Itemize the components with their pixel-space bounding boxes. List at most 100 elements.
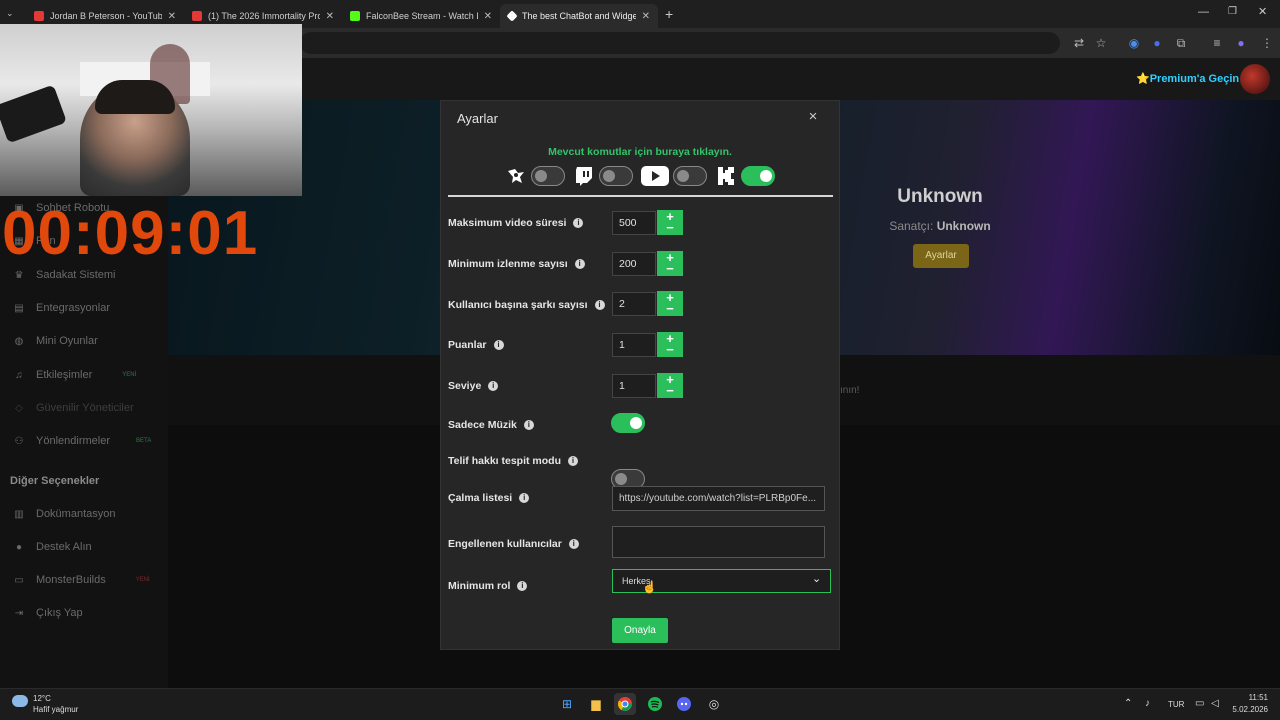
spotify-icon[interactable]: [644, 693, 666, 715]
twitch-toggle[interactable]: [599, 166, 633, 186]
close-icon[interactable]: ×: [806, 108, 820, 125]
info-icon[interactable]: i: [488, 381, 499, 391]
tray-chevron-icon[interactable]: ⌃: [1124, 698, 1132, 709]
info-icon[interactable]: i: [519, 493, 530, 503]
confirm-button[interactable]: Onayla: [612, 618, 668, 643]
menu-kebab-icon[interactable]: ⋮: [1258, 34, 1276, 52]
info-icon[interactable]: i: [523, 420, 534, 430]
field-label: Minimum izlenme sayısı: [448, 258, 568, 270]
gamepad-icon: ◍: [14, 335, 24, 347]
restore-icon[interactable]: ❐: [1228, 6, 1237, 17]
minimize-icon[interactable]: —: [1198, 6, 1209, 18]
tab-chatbot-widgets[interactable]: The best ChatBot and Widgets ✕: [500, 4, 658, 28]
monitor-icon: ▭: [14, 574, 24, 586]
weather-description[interactable]: Hafif yağmur: [33, 705, 78, 714]
sidebar-item-minigames[interactable]: ◍ Mini Oyunlar: [12, 332, 98, 350]
microphone-icon[interactable]: ♪: [1145, 698, 1150, 709]
translate-icon[interactable]: ⇄: [1070, 34, 1088, 52]
extension-icon[interactable]: ◉: [1125, 34, 1143, 52]
language-indicator[interactable]: TUR: [1168, 700, 1184, 709]
field-label: Minimum rol: [448, 580, 511, 592]
minus-icon[interactable]: −: [666, 220, 674, 235]
weather-temperature[interactable]: 12°C: [33, 694, 51, 703]
sidebar-item-trusted-moderators[interactable]: ◇ Güvenilir Yöneticiler: [12, 399, 133, 417]
playlist-label: Çalma listesi i: [448, 492, 530, 504]
info-icon[interactable]: i: [568, 456, 578, 466]
new-tab-button[interactable]: +: [665, 6, 673, 22]
commands-link[interactable]: Mevcut komutlar için buraya tıklayın.: [440, 146, 840, 158]
sidebar-item-redirects[interactable]: ⚇ Yönlendirmeler BETA: [12, 432, 152, 450]
platform-kick-bee: [505, 165, 565, 187]
points-input[interactable]: 1: [612, 333, 656, 357]
network-icon[interactable]: ▭: [1195, 698, 1204, 709]
min-views-stepper[interactable]: + −: [657, 251, 683, 276]
minus-icon[interactable]: −: [666, 383, 674, 398]
youtube-toggle[interactable]: [673, 166, 707, 186]
level-stepper[interactable]: + −: [657, 373, 683, 398]
weather-cloud-icon[interactable]: [12, 695, 28, 707]
media-control-icon[interactable]: ≡: [1208, 34, 1226, 52]
extensions-puzzle-icon[interactable]: ⧉: [1172, 34, 1190, 52]
premium-upgrade-link[interactable]: ⭐Premium'a Geçin: [1136, 72, 1239, 85]
info-icon[interactable]: i: [517, 581, 528, 591]
tab-search-icon[interactable]: ⌄: [6, 8, 14, 19]
app-icon[interactable]: ◎: [703, 693, 725, 715]
songs-per-user-label: Kullanıcı başına şarkı sayısı i: [448, 299, 605, 311]
level-input[interactable]: 1: [612, 374, 656, 398]
min-role-label: Minimum rol i: [448, 580, 528, 592]
sidebar-item-monsterbuilds[interactable]: ▭ MonsterBuilds YENİ: [12, 571, 149, 589]
youtube-favicon-icon: [34, 11, 44, 21]
close-tab-icon[interactable]: ✕: [168, 11, 176, 22]
taskbar-date[interactable]: 5.02.2026: [1226, 705, 1268, 714]
info-icon[interactable]: i: [574, 259, 585, 269]
sidebar-item-logout[interactable]: ⇥ Çıkış Yap: [12, 604, 83, 622]
kick-bee-toggle[interactable]: [531, 166, 565, 186]
sidebar-item-label: Sadakat Sistemi: [36, 269, 116, 281]
max-video-duration-stepper[interactable]: + −: [657, 210, 683, 235]
discord-icon[interactable]: [673, 693, 695, 715]
close-tab-icon[interactable]: ✕: [642, 11, 650, 22]
info-icon[interactable]: i: [573, 218, 584, 228]
extension-icon[interactable]: ●: [1148, 34, 1166, 52]
songs-per-user-input[interactable]: 2: [612, 292, 656, 316]
info-icon[interactable]: i: [493, 340, 504, 350]
address-bar[interactable]: [300, 32, 1060, 54]
min-views-input[interactable]: 200: [612, 252, 656, 276]
music-only-toggle[interactable]: [611, 413, 645, 433]
sidebar-item-integrations[interactable]: ▤ Entegrasyonlar: [12, 299, 110, 317]
info-icon[interactable]: i: [594, 300, 605, 310]
playlist-input[interactable]: https://youtube.com/watch?list=PLRBp0Fe.…: [612, 486, 825, 511]
close-tab-icon[interactable]: ✕: [484, 11, 492, 22]
player-settings-button[interactable]: Ayarlar: [913, 244, 969, 268]
user-avatar[interactable]: [1240, 64, 1270, 94]
volume-icon[interactable]: ◁: [1211, 698, 1219, 709]
profile-icon[interactable]: ●: [1232, 34, 1250, 52]
minus-icon[interactable]: −: [666, 342, 674, 357]
sidebar-item-label: Mini Oyunlar: [36, 335, 98, 347]
minus-icon[interactable]: −: [666, 261, 674, 276]
kick-toggle[interactable]: [741, 166, 775, 186]
sidebar-item-support[interactable]: ● Destek Alın: [12, 538, 92, 556]
sidebar-item-label: Entegrasyonlar: [36, 302, 110, 314]
song-artist: Sanatçı: Unknown: [840, 219, 1040, 233]
new-badge: YENİ: [122, 372, 137, 378]
chevron-down-icon[interactable]: ⌄: [812, 572, 821, 585]
sidebar-item-interactions[interactable]: ♫ Etkileşimler YENİ: [12, 366, 136, 384]
blocked-users-input[interactable]: [612, 526, 825, 558]
windows-start-icon[interactable]: ⊞: [556, 693, 578, 715]
docs-icon: ▥: [14, 508, 24, 520]
taskbar-clock[interactable]: 11:51: [1232, 693, 1268, 702]
sidebar-item-documentation[interactable]: ▥ Dokümantasyon: [12, 505, 115, 523]
info-icon[interactable]: i: [568, 539, 579, 549]
bookmark-star-icon[interactable]: ☆: [1092, 34, 1110, 52]
minus-icon[interactable]: −: [666, 301, 674, 316]
chrome-icon[interactable]: [614, 693, 636, 715]
points-label: Puanlar i: [448, 339, 504, 351]
points-stepper[interactable]: + −: [657, 332, 683, 357]
close-tab-icon[interactable]: ✕: [326, 11, 334, 22]
close-window-icon[interactable]: ✕: [1258, 5, 1267, 18]
songs-per-user-stepper[interactable]: + −: [657, 291, 683, 316]
file-explorer-icon[interactable]: ▆: [585, 693, 607, 715]
max-video-duration-input[interactable]: 500: [612, 211, 656, 235]
tab-falconbee[interactable]: FalconBee Stream - Watch Live ✕: [342, 4, 500, 28]
